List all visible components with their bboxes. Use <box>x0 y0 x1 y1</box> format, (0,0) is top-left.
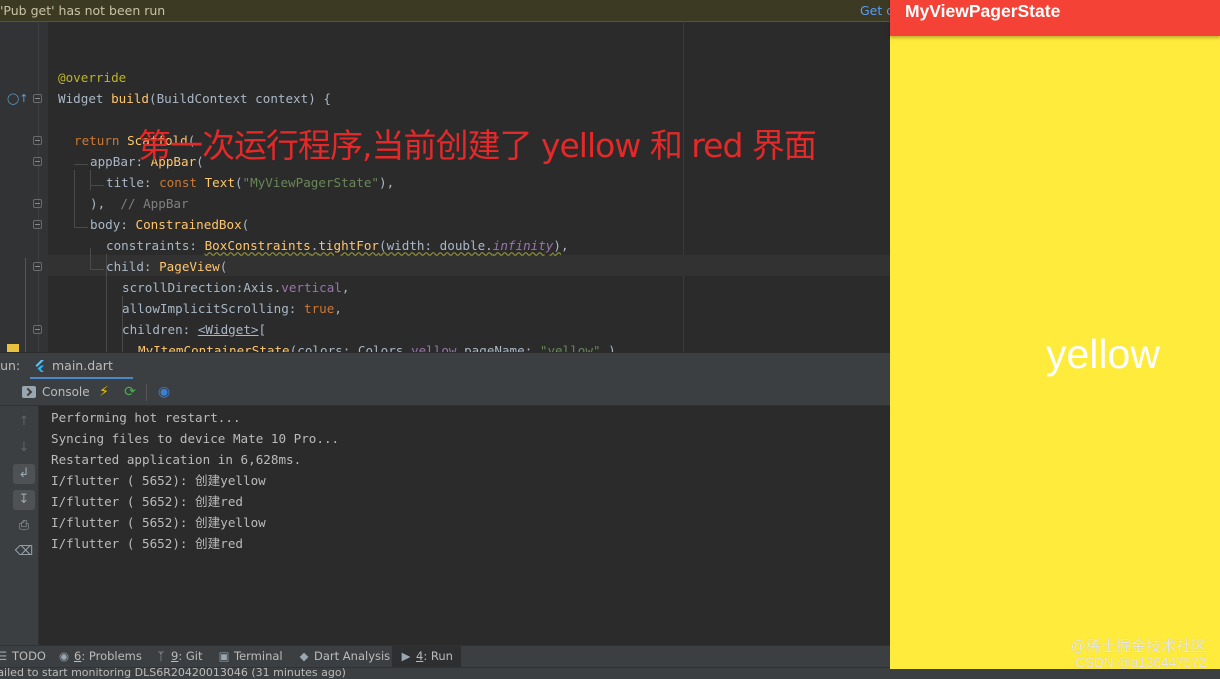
console-line: Syncing files to device Mate 10 Pro... <box>51 431 340 446</box>
console-output[interactable]: Performing hot restart... Syncing files … <box>40 406 890 645</box>
dart-analysis-button[interactable]: ◆ Dart Analysis <box>298 646 391 668</box>
tab-main-dart[interactable]: main.dart <box>30 353 133 380</box>
terminal-icon: ▣ <box>218 649 230 663</box>
scroll-to-end-icon[interactable]: ↧ <box>13 490 35 510</box>
console-line: I/flutter ( 5652): 创建red <box>51 536 243 551</box>
code-editor[interactable]: ◯↑ @override Widget build(BuildContext c… <box>0 22 890 352</box>
hot-reload-icon[interactable]: ⚡ <box>96 384 112 400</box>
code-line: body: ConstrainedBox( <box>90 217 250 232</box>
fold-icon[interactable] <box>33 157 42 166</box>
warning-marker-icon[interactable] <box>7 344 19 352</box>
run-icon: ▶ <box>401 649 411 663</box>
app-bar-title: MyViewPagerState <box>905 1 1061 21</box>
console-line: I/flutter ( 5652): 创建yellow <box>51 473 266 488</box>
list-icon: ☰ <box>0 649 8 663</box>
console-line: I/flutter ( 5652): 创建red <box>51 494 243 509</box>
status-bar: Failed to start monitoring DLS6R20420013… <box>0 667 890 679</box>
code-line: MyItemContainerState(colors: Colors.yell… <box>138 343 624 352</box>
console-line: Performing hot restart... <box>51 410 241 425</box>
fold-icon[interactable] <box>33 94 42 103</box>
fold-icon[interactable] <box>33 136 42 145</box>
red-annotation-text: 第一次运行程序,当前创建了 yellow 和 red 界面 <box>138 126 817 165</box>
console-tab[interactable]: Console <box>22 385 90 399</box>
app-bar: MyViewPagerState <box>890 0 1220 36</box>
git-button[interactable]: ᛉ 9: Git <box>155 646 203 668</box>
watermark: @稀土掘金技术社区 CSDN @a136447572 <box>1070 638 1206 670</box>
editor-gutter <box>0 22 48 352</box>
flutter-icon <box>35 360 44 372</box>
problems-button[interactable]: ◉ 6: Problems <box>58 646 142 668</box>
code-line: children: <Widget>[ <box>122 322 267 337</box>
console-line: Restarted application in 6,628ms. <box>51 452 302 467</box>
run-side-toolbar: ↑ ↓ ↲ ↧ ⎙ ⌫ <box>0 406 39 645</box>
tab-label: main.dart <box>52 358 113 373</box>
console-label: Console <box>42 385 90 399</box>
page-label: yellow <box>1046 331 1160 377</box>
code-line: allowImplicitScrolling: true, <box>122 301 342 316</box>
dart-icon: ◆ <box>299 649 309 663</box>
fold-icon[interactable] <box>33 220 42 229</box>
scroll-up-icon[interactable]: ↑ <box>13 412 35 432</box>
console-line: I/flutter ( 5652): 创建yellow <box>51 515 266 530</box>
run-label: Run: <box>0 358 21 373</box>
code-line: @override <box>58 70 127 85</box>
code-line: Widget build(BuildContext context) { <box>58 91 331 106</box>
print-icon[interactable]: ⎙ <box>13 516 35 536</box>
notification-message: 'Pub get' has not been run <box>0 3 166 18</box>
code-line: ), // AppBar <box>90 196 189 211</box>
code-line: child: PageView( <box>106 259 228 274</box>
run-button[interactable]: ▶ 4: Run <box>392 646 461 668</box>
run-toolbar: Console ⚡ ⟳ ◉ <box>0 379 890 406</box>
code-line: scrollDirection:Axis.vertical, <box>122 280 350 295</box>
fold-icon[interactable] <box>33 325 42 334</box>
fold-icon[interactable] <box>33 262 42 271</box>
code-line: title: const Text("MyViewPagerState"), <box>106 175 395 190</box>
problems-icon: ◉ <box>58 649 70 663</box>
get-dependencies-link[interactable]: Get dependencies <box>860 0 890 21</box>
fold-icon[interactable] <box>33 199 42 208</box>
devtools-icon[interactable]: ◉ <box>156 384 172 400</box>
console-icon <box>22 386 36 398</box>
hot-restart-icon[interactable]: ⟳ <box>122 384 138 400</box>
clear-all-icon[interactable]: ⌫ <box>13 542 35 562</box>
code-line: constraints: BoxConstraints.tightFor(wid… <box>106 238 569 253</box>
tool-window-bar: ☰ TODO ◉ 6: Problems ᛉ 9: Git ▣ Terminal ◆ Da… <box>0 645 890 668</box>
right-margin-guide <box>683 22 684 352</box>
run-tool-window-header: Run: main.dart <box>0 352 890 380</box>
phone-screen[interactable]: MyViewPagerState yellow @稀土掘金技术社区 CSDN @… <box>890 0 1220 679</box>
todo-button[interactable]: ☰ TODO <box>0 646 46 668</box>
scroll-down-icon[interactable]: ↓ <box>13 438 35 458</box>
pub-get-notification: 'Pub get' has not been run Get dependenc… <box>0 0 890 22</box>
terminal-button[interactable]: ▣ Terminal <box>218 646 283 668</box>
status-text: Failed to start monitoring DLS6R20420013… <box>0 667 346 679</box>
git-icon: ᛉ <box>157 649 165 663</box>
soft-wrap-icon[interactable]: ↲ <box>13 464 35 484</box>
override-gutter-icon[interactable]: ◯↑ <box>7 92 29 105</box>
